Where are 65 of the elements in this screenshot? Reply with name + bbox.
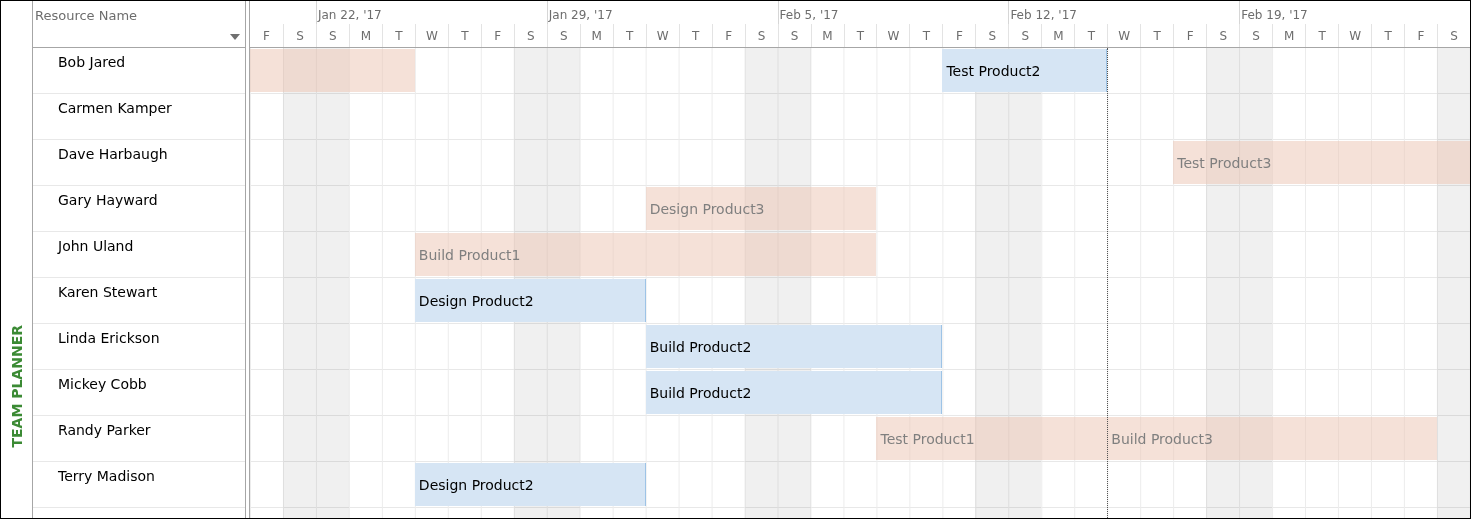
week-label: Jan 29, '17: [546, 1, 778, 24]
day-label: M: [1053, 28, 1064, 43]
day-label: S: [526, 28, 535, 43]
caret-icon[interactable]: [230, 34, 240, 40]
day-label: S: [1219, 28, 1227, 43]
task-bar[interactable]: Design Product2: [414, 463, 646, 506]
day-label: M: [1283, 28, 1295, 43]
resource-name: Linda Erickson: [58, 330, 160, 346]
day-label: T: [856, 28, 865, 43]
task-bar[interactable]: Design Product3: [645, 187, 877, 230]
task-bar[interactable]: Build Product2: [645, 325, 943, 368]
day-label: S: [790, 28, 799, 43]
day-label: F: [1186, 28, 1194, 43]
day-label: S: [559, 28, 568, 43]
resource-name: Dave Harbaugh: [58, 146, 168, 162]
resource-name: Mickey Cobb: [58, 376, 147, 392]
day-label: T: [1384, 28, 1392, 43]
resource-name: Karen Stewart: [58, 284, 158, 300]
day-label: S: [1021, 28, 1030, 43]
day-label: W: [425, 28, 438, 43]
task-bar[interactable]: Build Product3: [1107, 417, 1437, 460]
task-bar[interactable]: Build Product2: [645, 371, 943, 414]
resource-name: John Uland: [58, 238, 134, 254]
day-label: F: [494, 28, 502, 43]
day-label: S: [1252, 28, 1260, 43]
day-label: W: [1349, 28, 1361, 43]
day-label: T: [626, 28, 634, 43]
day-label: W: [1118, 28, 1131, 43]
day-label: T: [461, 28, 469, 43]
day-label: T: [1153, 28, 1161, 43]
day-label: W: [887, 28, 900, 43]
day-label: T: [691, 28, 700, 43]
week-label: Feb 5, '17: [777, 1, 1009, 24]
week-label: Feb 19, '17: [1239, 1, 1470, 24]
day-label: F: [955, 28, 963, 43]
day-label: M: [591, 28, 602, 43]
day-label: T: [1318, 28, 1326, 43]
day-label: F: [263, 28, 270, 43]
day-label: S: [988, 28, 997, 43]
day-label: T: [395, 28, 403, 43]
resource-name: Randy Parker: [58, 422, 151, 438]
day-label: T: [1087, 28, 1095, 43]
day-label: F: [725, 28, 733, 43]
day-label: W: [656, 28, 669, 43]
day-label: S: [329, 28, 337, 43]
task-bar[interactable]: Design Product2: [414, 279, 646, 322]
resource-name: Carmen Kamper: [58, 100, 172, 116]
week-label: Feb 12, '17: [1008, 1, 1240, 24]
day-label: M: [360, 28, 372, 43]
task-bar[interactable]: Test Product1: [876, 417, 1108, 460]
panel-title: TEAM PLANNER: [8, 325, 25, 448]
day-label: S: [1450, 28, 1458, 43]
task-bar[interactable]: Test Product3: [1173, 141, 1470, 184]
task-bar[interactable]: Test Product2: [942, 49, 1108, 92]
column-header[interactable]: Resource Name: [35, 8, 138, 23]
resource-name: Gary Hayward: [58, 192, 158, 208]
week-label: Jan 22, '17: [315, 1, 547, 24]
day-label: T: [922, 28, 931, 43]
day-label: S: [757, 28, 766, 43]
day-label: S: [296, 28, 304, 43]
resource-name: Bob Jared: [58, 54, 126, 70]
resource-name: Terry Madison: [58, 468, 155, 484]
day-label: F: [1417, 28, 1425, 43]
day-label: M: [822, 28, 833, 43]
task-bar[interactable]: Build Product1: [414, 233, 877, 276]
